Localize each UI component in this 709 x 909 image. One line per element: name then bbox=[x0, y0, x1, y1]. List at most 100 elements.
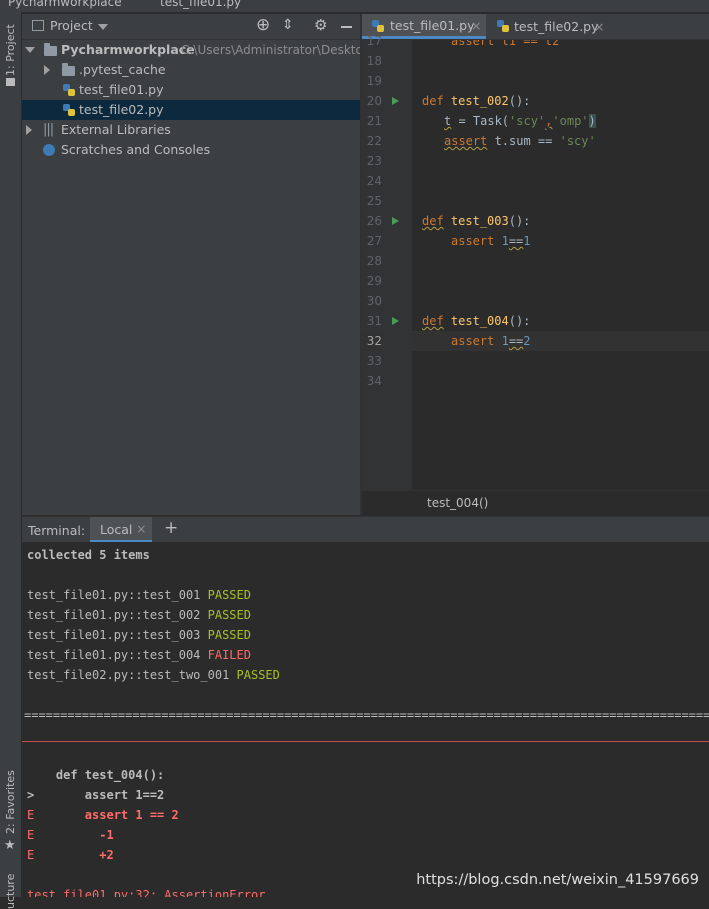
folder-icon bbox=[44, 43, 57, 56]
code-line-21: t = Task('scy','omp') bbox=[444, 111, 709, 131]
watermark: https://blog.csdn.net/weixin_41597669 bbox=[416, 872, 699, 888]
add-terminal-button[interactable]: + bbox=[164, 518, 178, 538]
code-line-31: def test_004(): bbox=[422, 311, 709, 331]
test-id: test_file01.py::test_002 bbox=[27, 608, 201, 622]
code-text: (): bbox=[508, 214, 531, 228]
line-number: 33 bbox=[366, 354, 382, 368]
chevron-right-icon[interactable] bbox=[26, 125, 32, 135]
test-result-row: test_file02.py::test_two_001 PASSED bbox=[27, 665, 280, 685]
line-number: 24 bbox=[366, 174, 382, 188]
error-location-line: test_file01.py:32: AssertionError bbox=[27, 888, 266, 897]
keyword: assert bbox=[451, 234, 495, 248]
locate-icon[interactable]: ⊕ bbox=[256, 15, 270, 35]
terminal-output[interactable]: collected 5 items test_file01.py::test_0… bbox=[22, 542, 709, 897]
number-literal: 1 bbox=[501, 334, 509, 348]
favorites-tool-button[interactable]: 2: Favorites bbox=[4, 770, 17, 834]
tree-item-root[interactable]: Pycharmworkplace C:\Users\Administrator\… bbox=[22, 40, 363, 60]
project-view-title[interactable]: Project bbox=[50, 18, 93, 33]
code-text: = Task( bbox=[451, 114, 510, 128]
line-number: 23 bbox=[366, 154, 382, 168]
line-number: 17 bbox=[366, 34, 382, 48]
line-number: 29 bbox=[366, 274, 382, 288]
editor-tab-bar: test_file01.py × test_file02.py × bbox=[362, 14, 709, 40]
string-literal: 'omp' bbox=[552, 114, 589, 128]
tree-item-test-file02[interactable]: test_file02.py bbox=[22, 100, 360, 120]
line-number: 30 bbox=[366, 294, 382, 308]
gear-icon[interactable]: ⚙ bbox=[314, 16, 327, 34]
run-icon[interactable] bbox=[392, 97, 399, 105]
string-literal: 'scy' bbox=[509, 114, 546, 128]
navigation-bar: Pycharmworkplace test_file01.py bbox=[0, 0, 709, 12]
project-tool-button[interactable]: 1: Project bbox=[4, 24, 17, 76]
tree-item-path: C:\Users\Administrator\Deskto bbox=[181, 43, 363, 57]
line-number: 18 bbox=[366, 54, 382, 68]
chevron-right-icon[interactable] bbox=[44, 65, 50, 75]
trace-code: -1 bbox=[34, 828, 114, 842]
code-text: ) bbox=[588, 114, 596, 128]
line-number: 34 bbox=[366, 374, 382, 388]
tree-item-label: Scratches and Consoles bbox=[61, 142, 211, 157]
trace-code: +2 bbox=[34, 848, 114, 862]
status-badge: PASSED bbox=[207, 628, 251, 642]
trace-arrow-line: > assert 1==2 bbox=[27, 785, 164, 805]
trace-code: assert 1 == 2 bbox=[34, 808, 179, 822]
code-text: t.sum == bbox=[487, 134, 560, 148]
test-result-row: test_file01.py::test_001 PASSED bbox=[27, 585, 251, 605]
code-editor[interactable]: assert t1 == t2 def test_002(): t = Task… bbox=[412, 40, 709, 490]
code-text: (): bbox=[508, 314, 531, 328]
tree-item-test-file01[interactable]: test_file01.py bbox=[22, 80, 360, 100]
libraries-icon: ||| bbox=[43, 122, 54, 137]
terminal-tab-label: Local bbox=[100, 522, 133, 537]
line-number: 25 bbox=[366, 194, 382, 208]
keyword: def bbox=[422, 214, 444, 228]
close-icon[interactable]: × bbox=[136, 521, 146, 536]
terminal-title: Terminal: bbox=[28, 523, 86, 538]
test-id: test_file01.py::test_003 bbox=[27, 628, 201, 642]
project-tree: Pycharmworkplace C:\Users\Administrator\… bbox=[22, 40, 363, 515]
number-literal: 2 bbox=[523, 334, 531, 348]
tree-item-label: test_file02.py bbox=[79, 102, 164, 117]
tree-item-scratches[interactable]: Scratches and Consoles bbox=[22, 140, 360, 160]
terminal-tab-local[interactable]: Local × bbox=[90, 517, 152, 543]
status-badge: PASSED bbox=[207, 608, 251, 622]
keyword: assert bbox=[444, 134, 488, 148]
code-line-27: assert 1==1 bbox=[451, 231, 709, 251]
close-icon[interactable]: × bbox=[594, 14, 604, 39]
tree-item-external-libraries[interactable]: ||| External Libraries bbox=[22, 120, 360, 140]
line-number-current: 32 bbox=[362, 331, 382, 351]
line-number: 22 bbox=[366, 134, 382, 148]
project-view-icon bbox=[32, 20, 44, 31]
keyword: def bbox=[422, 314, 444, 328]
nav-file[interactable]: test_file01.py bbox=[160, 0, 241, 9]
string-literal: 'scy' bbox=[559, 134, 596, 148]
run-icon[interactable] bbox=[392, 217, 399, 225]
trace-error-line: E assert 1 == 2 bbox=[27, 805, 179, 825]
separator-line: ========================================… bbox=[24, 708, 709, 722]
test-result-row: test_file01.py::test_002 PASSED bbox=[27, 605, 251, 625]
breadcrumb-item[interactable]: test_004() bbox=[427, 496, 488, 510]
trace-error-line: E -1 bbox=[27, 825, 114, 845]
collapse-all-icon[interactable]: ⇕ bbox=[282, 17, 294, 33]
close-icon[interactable]: × bbox=[471, 14, 481, 38]
structure-tool-button[interactable]: ucture bbox=[4, 874, 17, 909]
test-id: test_file01.py::test_004 bbox=[27, 648, 201, 662]
code-text: == bbox=[508, 334, 524, 348]
run-icon[interactable] bbox=[392, 317, 399, 325]
chevron-down-icon[interactable] bbox=[98, 24, 108, 30]
line-number: 27 bbox=[366, 234, 382, 248]
tab-label: test_file01.py bbox=[390, 18, 475, 33]
editor-gutter: 17 18 19 20 21 22 23 24 25 26 27 28 29 3… bbox=[362, 34, 412, 490]
nav-project[interactable]: Pycharmworkplace bbox=[8, 0, 122, 9]
minimize-icon[interactable] bbox=[341, 26, 352, 28]
chevron-down-icon[interactable] bbox=[25, 47, 35, 53]
test-result-row: test_file01.py::test_003 PASSED bbox=[27, 625, 251, 645]
tree-item-label: test_file01.py bbox=[79, 82, 164, 97]
test-id: test_file02.py::test_two_001 bbox=[27, 668, 230, 682]
test-result-row: test_file01.py::test_004 FAILED bbox=[27, 645, 251, 665]
tab-test-file02[interactable]: test_file02.py × bbox=[487, 14, 609, 39]
tree-item-pytest-cache[interactable]: .pytest_cache bbox=[22, 60, 360, 80]
code-line-22: assert t.sum == 'scy' bbox=[444, 131, 709, 151]
number-literal: 1 bbox=[523, 234, 531, 248]
failure-divider bbox=[22, 741, 709, 742]
keyword: def bbox=[422, 94, 444, 108]
